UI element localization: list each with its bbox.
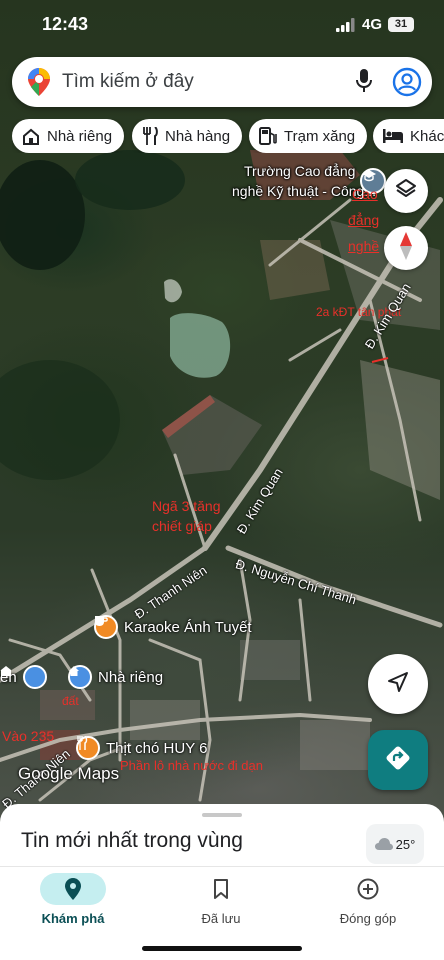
directions-icon bbox=[384, 744, 412, 777]
nav-da-luu[interactable]: Đã lưu bbox=[161, 873, 281, 926]
navigation-arrow-icon bbox=[387, 671, 409, 698]
layers-icon bbox=[395, 178, 417, 205]
google-maps-watermark: Google Maps bbox=[18, 764, 120, 783]
chip-khach-label: Khách bbox=[410, 127, 444, 145]
annotation-dang: đẳng bbox=[348, 212, 380, 228]
nav-dong-gop-label: Đóng góp bbox=[339, 911, 397, 926]
annotation-nga3-line1: Ngã 3 tăng bbox=[152, 498, 221, 514]
signal-icon bbox=[336, 18, 356, 37]
gas-station-icon bbox=[259, 127, 277, 145]
layers-button[interactable] bbox=[384, 169, 428, 213]
cloud-icon bbox=[374, 838, 393, 850]
status-bar: 12:43 4G 31 bbox=[0, 0, 444, 50]
weather-chip[interactable]: 25° bbox=[366, 824, 424, 864]
poi-thit-cho[interactable]: Thịt chó HUY 6 bbox=[76, 736, 207, 760]
annotation-nghe: nghề bbox=[348, 238, 380, 254]
nav-da-luu-label: Đã lưu bbox=[201, 911, 241, 926]
chip-tram-xang-label: Trạm xăng bbox=[284, 127, 356, 145]
restaurant-icon bbox=[76, 736, 100, 760]
poi-left-partial[interactable]: ền bbox=[0, 665, 47, 689]
poi-karaoke[interactable]: Karaoke Ánh Tuyết bbox=[94, 615, 252, 639]
microphone-icon[interactable] bbox=[356, 69, 372, 98]
nav-kham-pha[interactable]: Khám phá bbox=[13, 873, 133, 926]
bookmark-icon bbox=[188, 873, 254, 905]
annotation-cao: Cao bbox=[352, 186, 378, 202]
poi-thit-cho-name: Thịt chó HUY 6 bbox=[106, 739, 208, 757]
compass-icon bbox=[399, 231, 413, 265]
explore-pin-icon bbox=[40, 873, 106, 905]
search-bar[interactable]: Tìm kiếm ở đây bbox=[12, 57, 432, 107]
add-circle-icon bbox=[335, 873, 401, 905]
nav-dong-gop[interactable]: Đóng góp bbox=[308, 873, 428, 926]
search-input[interactable]: Tìm kiếm ở đây bbox=[62, 71, 194, 93]
chip-tram-xang[interactable]: Trạm xăng bbox=[249, 119, 368, 153]
chip-nha-hang[interactable]: Nhà hàng bbox=[132, 119, 243, 153]
building-icon bbox=[1, 665, 47, 689]
college-label-line1[interactable]: Trường Cao đẳng bbox=[244, 163, 355, 179]
poi-nha-rieng-name: Nhà riêng bbox=[98, 668, 164, 686]
annotation-vao: Vào 235 bbox=[2, 728, 55, 744]
bottom-sheet[interactable]: Tin mới nhất trong vùng 25° bbox=[0, 804, 444, 874]
battery-level: 31 bbox=[388, 17, 414, 32]
chip-nha-rieng-label: Nhà riêng bbox=[47, 127, 113, 145]
sheet-drag-handle[interactable] bbox=[202, 813, 242, 817]
annotation-phan-lo: Phần lô nhà nước đi dạn bbox=[120, 758, 263, 773]
status-time: 12:43 bbox=[42, 14, 89, 34]
sheet-title: Tin mới nhất trong vùng bbox=[21, 829, 243, 852]
poi-karaoke-name: Karaoke Ánh Tuyết bbox=[124, 618, 252, 636]
chip-nha-hang-label: Nhà hàng bbox=[165, 127, 231, 145]
directions-button[interactable] bbox=[368, 730, 428, 790]
annotation-dat: đất bbox=[62, 694, 79, 708]
chip-nha-rieng[interactable]: Nhà riêng bbox=[12, 119, 125, 153]
home-indicator[interactable] bbox=[142, 946, 302, 951]
temperature: 25° bbox=[395, 836, 416, 852]
compass-button[interactable] bbox=[384, 226, 428, 270]
annotation-nga3-line2: chiết giáp bbox=[152, 518, 212, 534]
account-icon[interactable] bbox=[392, 67, 422, 102]
nav-kham-pha-label: Khám phá bbox=[41, 911, 105, 926]
my-location-button[interactable] bbox=[368, 654, 428, 714]
home-icon bbox=[22, 128, 40, 145]
cup-icon bbox=[94, 615, 118, 639]
hotel-icon bbox=[383, 129, 403, 143]
chip-khach[interactable]: Khách bbox=[373, 119, 444, 153]
network-type: 4G bbox=[362, 16, 383, 33]
category-chips: Nhà riêng Nhà hàng Trạm xăng Khách bbox=[12, 119, 444, 153]
home-icon bbox=[68, 665, 92, 689]
google-maps-pin-icon bbox=[28, 68, 50, 101]
poi-nha-rieng[interactable]: Nhà riêng bbox=[68, 665, 163, 689]
restaurant-icon bbox=[142, 127, 158, 145]
